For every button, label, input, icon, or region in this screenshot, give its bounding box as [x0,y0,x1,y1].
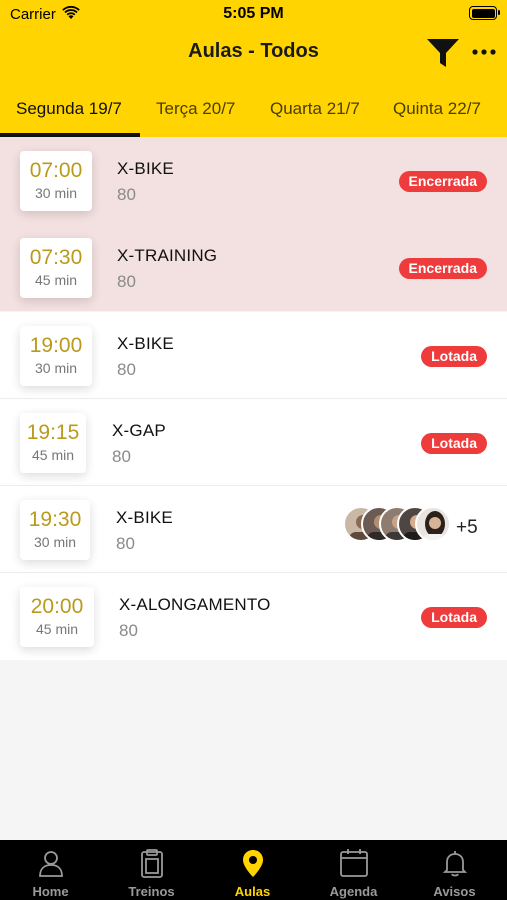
class-capacity: 80 [112,447,131,466]
class-capacity: 80 [117,185,136,204]
class-row[interactable]: 07:00 30 min X-BIKE 80 Encerrada [0,137,507,224]
time-card: 20:00 45 min [20,587,94,647]
class-name: X-TRAINING [117,246,218,265]
class-duration: 45 min [31,447,75,463]
tabbar-item-treinos[interactable]: Treinos [101,840,202,900]
status-bar: Carrier 5:05 PM [0,0,507,28]
status-badge: Encerrada [398,171,487,192]
class-duration: 45 min [34,272,78,288]
tabbar-item-aulas[interactable]: Aulas [202,840,303,900]
status-badge: Encerrada [398,258,487,279]
tab-segunda[interactable]: Segunda 19/7 [16,92,122,137]
class-name: X-BIKE [117,159,174,178]
tabbar-item-avisos[interactable]: Avisos [404,840,505,900]
status-badge: Lotada [421,607,487,628]
clipboard-icon [141,849,163,878]
class-row[interactable]: 20:00 45 min X-ALONGAMENTO 80 Lotada [0,573,507,660]
status-badge: Lotada [421,433,487,454]
tab-quinta[interactable]: Quinta 22/7 [393,92,481,137]
day-tabs: Segunda 19/7 Terça 20/7 Quarta 21/7 Quin… [0,92,507,137]
class-time: 19:00 [29,334,83,357]
tabbar-label: Aulas [234,884,271,899]
class-name: X-BIKE [116,508,173,527]
status-badge: Lotada [421,346,487,367]
battery-icon [469,6,500,20]
time-card: 19:00 30 min [20,326,92,386]
clock: 5:05 PM [223,5,284,22]
tabbar-label: Avisos [433,884,476,899]
calendar-icon [340,849,368,877]
tabbar-label: Agenda [329,884,378,899]
filter-icon[interactable] [425,37,461,69]
class-row[interactable]: 19:30 30 min X-BIKE 80 +5 [0,486,507,573]
avatar [415,506,451,542]
more-icon[interactable] [471,48,497,56]
class-capacity: 80 [119,621,138,640]
tabbar-item-agenda[interactable]: Agenda [303,840,404,900]
time-card: 19:30 30 min [20,500,90,560]
header: Carrier 5:05 PM Aulas - Todos Segunda 19… [0,0,507,137]
class-time: 07:00 [29,159,83,182]
class-time: 07:30 [29,246,83,269]
class-duration: 30 min [34,360,78,376]
tab-quarta[interactable]: Quarta 21/7 [270,92,360,137]
class-name: X-BIKE [117,334,174,353]
class-duration: 30 min [34,185,78,201]
person-icon [39,851,63,877]
class-duration: 30 min [33,534,77,550]
class-time: 19:15 [26,421,80,444]
tab-terca[interactable]: Terça 20/7 [156,92,235,137]
bottom-tab-bar: Home Treinos Aulas Agenda Avisos [0,840,507,900]
class-capacity: 80 [116,534,135,553]
class-capacity: 80 [117,360,136,379]
class-row[interactable]: 19:00 30 min X-BIKE 80 Lotada [0,312,507,399]
tabbar-label: Home [32,884,69,899]
class-row[interactable]: 19:15 45 min X-GAP 80 Lotada [0,399,507,486]
class-time: 20:00 [30,595,84,618]
class-name: X-ALONGAMENTO [119,595,271,614]
class-time: 19:30 [28,508,82,531]
tabbar-item-home[interactable]: Home [0,840,101,900]
class-duration: 45 min [35,621,79,637]
participant-avatars[interactable] [343,506,453,544]
tabbar-label: Treinos [128,884,175,899]
class-row[interactable]: 07:30 45 min X-TRAINING 80 Encerrada [0,224,507,311]
time-card: 19:15 45 min [20,413,86,473]
participants-more-count[interactable]: +5 [456,517,478,539]
location-pin-icon [243,850,263,877]
bell-icon [442,851,468,877]
time-card: 07:30 45 min [20,238,92,298]
class-name: X-GAP [112,421,166,440]
class-capacity: 80 [117,272,136,291]
time-card: 07:00 30 min [20,151,92,211]
